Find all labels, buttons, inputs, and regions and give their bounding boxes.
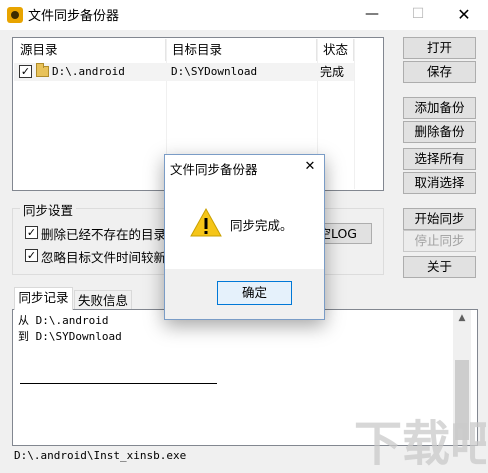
scroll-up-icon[interactable]: ▲ (453, 310, 471, 327)
ignore-newer-label: 忽略目标文件时间较新的 (41, 250, 179, 265)
ignore-newer-checkbox[interactable]: ✓ (25, 249, 38, 262)
log-line-to: 到 D:\SYDownload (18, 330, 122, 343)
window-title: 文件同步备份器 (28, 9, 120, 24)
sync-complete-dialog: 文件同步备份器 ✕ 同步完成。 确定 (164, 154, 325, 320)
delete-backup-button[interactable]: 删除备份 (403, 121, 476, 143)
close-button[interactable]: ✕ (444, 0, 484, 30)
folder-icon (36, 63, 49, 77)
row-status: 完成 (320, 65, 345, 79)
dialog-message: 同步完成。 (230, 218, 293, 233)
save-button[interactable]: 保存 (403, 61, 476, 83)
tab-sync-log[interactable]: 同步记录 (14, 287, 73, 310)
row-target: D:\SYDownload (171, 65, 258, 78)
log-separator (20, 383, 217, 384)
stop-sync-button: 停止同步 (403, 230, 476, 252)
column-header-status[interactable]: 状态 (317, 39, 354, 61)
open-button[interactable]: 打开 (403, 37, 476, 59)
ok-button[interactable]: 确定 (217, 281, 292, 305)
maximize-button[interactable]: ☐ (398, 0, 438, 30)
delete-missing-label: 删除已经不存在的目录和 (41, 227, 179, 242)
delete-missing-checkbox[interactable]: ✓ (25, 226, 38, 239)
app-icon (7, 7, 23, 23)
deselect-all-button[interactable]: 取消选择 (403, 172, 476, 194)
scroll-thumb[interactable] (455, 360, 469, 440)
table-row[interactable]: ✓ D:\.android D:\SYDownload 完成 (14, 63, 354, 81)
row-source: D:\.android (52, 65, 125, 78)
column-header-source[interactable]: 源目录 (14, 39, 166, 61)
status-bar: D:\.android\Inst_xinsb.exe (14, 449, 187, 462)
warning-icon (190, 207, 222, 237)
start-sync-button[interactable]: 开始同步 (403, 208, 476, 230)
dialog-title: 文件同步备份器 (170, 162, 258, 177)
select-all-button[interactable]: 选择所有 (403, 148, 476, 170)
tab-failure-info[interactable]: 失败信息 (74, 290, 132, 310)
column-header-target[interactable]: 目标目录 (166, 39, 317, 61)
dialog-close-button[interactable]: ✕ (299, 157, 321, 177)
sync-settings-label: 同步设置 (20, 200, 77, 219)
log-line-from: 从 D:\.android (18, 314, 109, 327)
minimize-button[interactable]: — (352, 0, 392, 30)
row-checkbox[interactable]: ✓ (19, 65, 32, 78)
add-backup-button[interactable]: 添加备份 (403, 97, 476, 119)
about-button[interactable]: 关于 (403, 256, 476, 278)
